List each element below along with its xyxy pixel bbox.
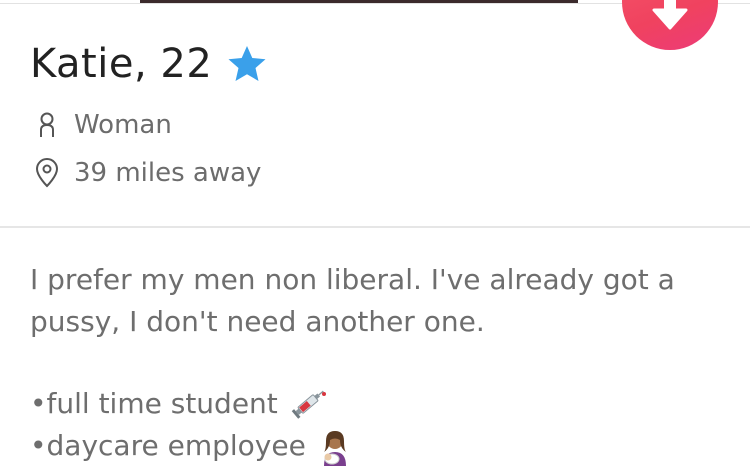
distance-text: 39 miles away xyxy=(74,158,262,188)
gender-text: Woman xyxy=(74,110,172,140)
breastfeeding-emoji xyxy=(316,426,354,466)
syringe-emoji xyxy=(288,386,328,422)
star-icon xyxy=(226,44,268,84)
bio-bullet: •daycare employee xyxy=(30,425,730,467)
bio-paragraph: I prefer my men non liberal. I've alread… xyxy=(30,263,675,338)
profile-header: Katie, 22 xyxy=(30,38,268,90)
collapse-profile-button[interactable] xyxy=(622,0,718,50)
location-pin-icon xyxy=(34,158,60,188)
person-icon xyxy=(34,110,60,140)
distance-row: 39 miles away xyxy=(34,158,261,188)
profile-name-age: Katie, 22 xyxy=(30,41,213,87)
bio-section: I prefer my men non liberal. I've alread… xyxy=(30,259,730,467)
gender-row: Woman xyxy=(34,110,172,140)
bio-spacer xyxy=(30,343,730,383)
section-divider xyxy=(0,226,750,228)
bio-bullet-text: •full time student xyxy=(30,387,278,420)
bio-bullet: •full time student xyxy=(30,383,730,425)
arrow-down-icon xyxy=(652,0,688,30)
bio-bullet-text: •daycare employee xyxy=(30,429,306,462)
